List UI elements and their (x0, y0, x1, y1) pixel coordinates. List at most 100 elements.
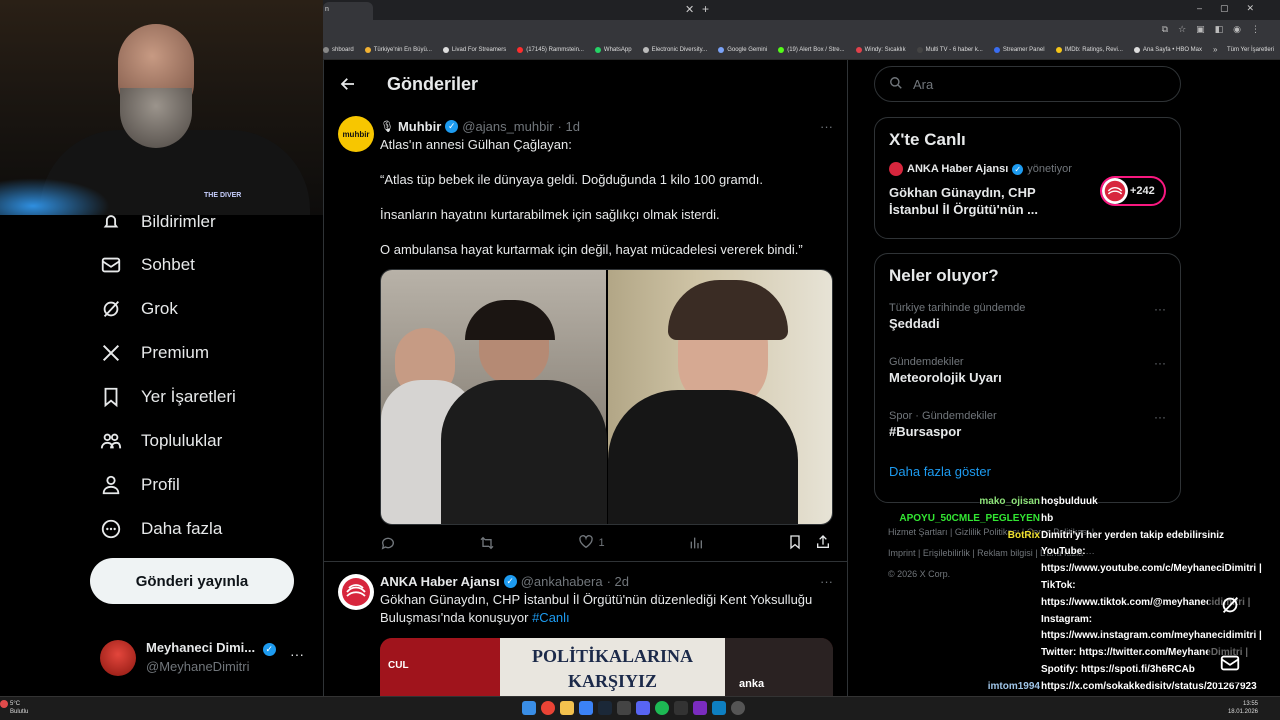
nav-item-more[interactable]: Daha fazla (100, 514, 222, 544)
steam-icon[interactable] (598, 701, 612, 715)
like-button[interactable]: 1 (578, 534, 605, 553)
grok-icon[interactable] (1208, 585, 1252, 625)
spotify-icon[interactable] (655, 701, 669, 715)
more-dots-icon[interactable]: ··· (1154, 410, 1166, 424)
weather-temp: 5°C (10, 701, 21, 707)
search-input[interactable]: Ara (874, 66, 1181, 102)
avatar[interactable] (338, 574, 374, 610)
more-dots-icon[interactable]: ··· (1154, 356, 1166, 370)
nav-label-more: Daha fazla (141, 519, 223, 538)
account-switcher[interactable]: Meyhaneci Dimi... ✓ @MeyhaneDimitri ··· (100, 638, 315, 678)
footer-line[interactable]: Imprint | Erişilebilirlik | Reklam bilgi… (888, 543, 1188, 564)
nav-item-chat[interactable]: Sohbet (100, 250, 195, 280)
grok-icon (100, 298, 122, 320)
bookmark-item[interactable]: Google Gemini (718, 46, 767, 53)
more-dots-icon[interactable]: ··· (290, 646, 304, 662)
app-icon[interactable] (674, 701, 688, 715)
verified-badge-icon: ✓ (445, 119, 459, 133)
main-timeline: Gönderiler muhbir 🎙 Muhbir ✓ @ajans_muhb… (323, 60, 848, 696)
tweet-time[interactable]: · 2d (607, 574, 629, 589)
nav-item-premium[interactable]: Premium (100, 338, 209, 368)
tweet[interactable]: ANKA Haber Ajansı ✓ @ankahabera · 2d ···… (324, 562, 847, 696)
bookmark-item[interactable]: (17145) Rammstein... (517, 46, 584, 53)
chrome-icon[interactable] (541, 701, 555, 715)
more-dots-icon[interactable]: ··· (820, 119, 833, 134)
back-arrow-icon[interactable] (331, 67, 365, 101)
views-icon[interactable] (688, 535, 704, 551)
app-icon[interactable] (712, 701, 726, 715)
bookmark-item[interactable]: (19) Alert Box / Stre... (778, 46, 845, 53)
bookmark-item[interactable]: Livad For Streamers (442, 46, 506, 53)
obs-icon[interactable] (731, 701, 745, 715)
tweet-time[interactable]: · 1d (558, 119, 580, 134)
tweet-paragraph: İnsanların hayatını kurtarabilmek için s… (380, 207, 720, 222)
more-circle-icon (100, 518, 122, 540)
trend-item[interactable]: Gündemdekiler Meteorolojik Uyarı ··· (875, 356, 1180, 410)
bookmark-item[interactable]: Multi TV - 6 haber k... (916, 46, 983, 53)
bookmark-item[interactable]: Ana Sayfa • HBO Max (1133, 46, 1202, 53)
more-dots-icon[interactable]: ··· (1154, 302, 1166, 316)
tweet-author[interactable]: ANKA Haber Ajansı (380, 574, 500, 589)
nav-item-communities[interactable]: Topluluklar (100, 426, 222, 456)
verified-badge-icon: ✓ (262, 643, 276, 656)
tweet-handle[interactable]: @ajans_muhbir (462, 119, 553, 134)
more-dots-icon[interactable]: ··· (820, 574, 833, 589)
discord-icon[interactable] (636, 701, 650, 715)
trend-item[interactable]: Spor · Gündemdekiler #Bursaspor ··· (875, 410, 1180, 464)
reply-icon[interactable] (380, 535, 396, 551)
nav-item-profile[interactable]: Profil (100, 470, 180, 500)
bookmark-item[interactable]: Streamer Panel (993, 46, 1045, 53)
tweet-photo-right[interactable] (607, 270, 832, 524)
share-icon[interactable] (815, 534, 831, 553)
app-icon[interactable] (579, 701, 593, 715)
bookmark-label: (19) Alert Box / Stre... (787, 46, 845, 53)
file-explorer-icon[interactable] (560, 701, 574, 715)
new-tab-icon[interactable]: + (702, 2, 709, 16)
chat-username: APOYU_50CMLE_PEGLEYEN (899, 512, 1040, 524)
live-item[interactable]: ANKA Haber Ajansı ✓ yönetiyor Gökhan Gün… (875, 162, 1180, 232)
window-controls[interactable]: –▢✕ (1197, 3, 1272, 14)
bookmark-item[interactable]: shboard (323, 46, 354, 53)
listener-count: +242 (1130, 185, 1155, 197)
person-icon (100, 474, 122, 496)
bookmark-icon[interactable] (787, 534, 803, 553)
nav-item-notifications[interactable]: Bildirimler (100, 207, 216, 237)
bookmark-item[interactable]: Electronic Diversity... (642, 46, 707, 53)
tweet[interactable]: muhbir 🎙 Muhbir ✓ @ajans_muhbir · 1d ···… (324, 108, 847, 562)
nav-item-bookmarks[interactable]: Yer İşaretleri (100, 382, 236, 412)
tweet-handle[interactable]: @ankahabera (521, 574, 603, 589)
bookmark-item[interactable]: WhatsApp (594, 46, 632, 53)
live-host-row: ANKA Haber Ajansı ✓ yönetiyor (889, 162, 1166, 176)
bookmark-item[interactable]: Windy: Sıcaklık (855, 46, 906, 53)
browser-toolbar-icons[interactable]: ⧉☆▣◧◉⋮ (1162, 24, 1270, 35)
photo-hair (667, 280, 788, 340)
weather-widget[interactable]: 5°C Bulutlu (10, 700, 28, 716)
photo-text: POLİTİKALARINA (531, 646, 694, 666)
system-clock[interactable]: 13:55 18.01.2026 (1228, 700, 1258, 716)
avatar[interactable]: muhbir (338, 116, 374, 152)
browser-tab-active[interactable]: n (323, 2, 373, 20)
trend-item[interactable]: Türkiye tarihinde gündemde Şeddadi ··· (875, 302, 1180, 356)
show-more-link[interactable]: Daha fazla göster (875, 464, 1180, 479)
all-bookmarks-folder[interactable]: Tüm Yer İşaretleri (1227, 47, 1274, 53)
bookmarks-overflow-icon[interactable]: » (1213, 45, 1217, 54)
retweet-icon[interactable] (479, 535, 495, 551)
bookmark-item[interactable]: Türkiye'nin En Büyü... (364, 46, 432, 53)
app-icon[interactable] (693, 701, 707, 715)
tweet-media[interactable] (380, 269, 833, 525)
tweet-photo-left[interactable] (381, 270, 607, 524)
browser-address-bar[interactable]: ⧉☆▣◧◉⋮ (323, 20, 1280, 40)
post-button[interactable]: Gönderi yayınla (90, 558, 294, 604)
nav-item-grok[interactable]: Grok (100, 294, 178, 324)
bookmarks-bar: shboard Türkiye'nin En Büyü... Livad For S… (323, 40, 1280, 60)
hashtag-link[interactable]: #Canlı (532, 610, 570, 625)
messages-icon[interactable] (1208, 643, 1252, 683)
tab-close-icon[interactable]: ✕ (685, 3, 694, 16)
bookmark-item[interactable]: IMDb: Ratings, Revi... (1055, 46, 1123, 53)
windows-start-icon[interactable] (522, 701, 536, 715)
tweet-media[interactable]: CUL POLİTİKALARINA KARŞIYIZ anka (380, 638, 833, 696)
live-listeners-badge[interactable]: +242 (1100, 176, 1166, 206)
tweet-author[interactable]: Muhbir (398, 119, 441, 134)
app-icon[interactable] (617, 701, 631, 715)
tweet-paragraph: “Atlas tüp bebek ile dünyaya geldi. Doğd… (380, 172, 764, 187)
